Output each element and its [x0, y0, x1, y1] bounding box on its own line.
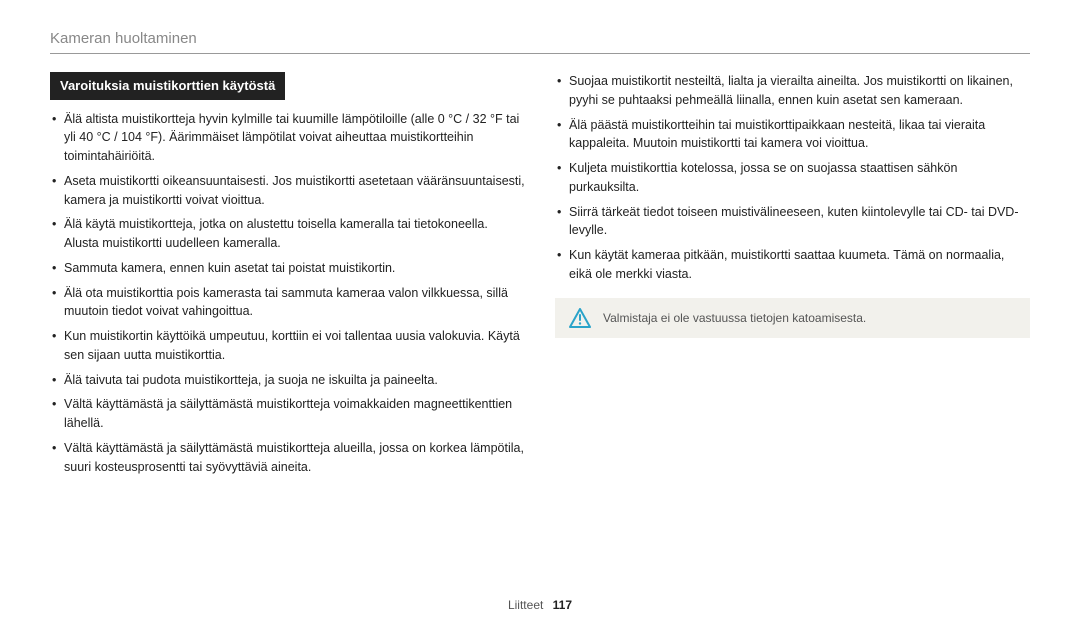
- list-item: Älä altista muistikortteja hyvin kylmill…: [50, 110, 525, 166]
- list-item: Älä taivuta tai pudota muistikortteja, j…: [50, 371, 525, 390]
- left-column: Varoituksia muistikorttien käytöstä Älä …: [50, 72, 525, 482]
- section-title: Varoituksia muistikorttien käytöstä: [50, 72, 285, 100]
- list-item: Älä käytä muistikortteja, jotka on alust…: [50, 215, 525, 253]
- page-footer: Liitteet 117: [0, 598, 1080, 612]
- right-bullet-list: Suojaa muistikortit nesteiltä, lialta ja…: [555, 72, 1030, 284]
- list-item: Älä ota muistikorttia pois kamerasta tai…: [50, 284, 525, 322]
- list-item: Älä päästä muistikortteihin tai muistiko…: [555, 116, 1030, 154]
- list-item: Aseta muistikortti oikeansuuntaisesti. J…: [50, 172, 525, 210]
- footer-label: Liitteet: [508, 598, 543, 612]
- list-item: Suojaa muistikortit nesteiltä, lialta ja…: [555, 72, 1030, 110]
- list-item: Vältä käyttämästä ja säilyttämästä muist…: [50, 395, 525, 433]
- list-item: Kuljeta muistikorttia kotelossa, jossa s…: [555, 159, 1030, 197]
- content-columns: Varoituksia muistikorttien käytöstä Älä …: [50, 72, 1030, 482]
- page-number: 117: [553, 598, 572, 612]
- right-column: Suojaa muistikortit nesteiltä, lialta ja…: [555, 72, 1030, 482]
- list-item: Vältä käyttämästä ja säilyttämästä muist…: [50, 439, 525, 477]
- list-item: Sammuta kamera, ennen kuin asetat tai po…: [50, 259, 525, 278]
- list-item: Kun käytät kameraa pitkään, muistikortti…: [555, 246, 1030, 284]
- page-header: Kameran huoltaminen: [50, 30, 1030, 54]
- note-text: Valmistaja ei ole vastuussa tietojen kat…: [603, 309, 866, 327]
- warning-triangle-icon: [569, 308, 591, 328]
- list-item: Siirrä tärkeät tiedot toiseen muistiväli…: [555, 203, 1030, 241]
- note-box: Valmistaja ei ole vastuussa tietojen kat…: [555, 298, 1030, 338]
- list-item: Kun muistikortin käyttöikä umpeutuu, kor…: [50, 327, 525, 365]
- left-bullet-list: Älä altista muistikortteja hyvin kylmill…: [50, 110, 525, 477]
